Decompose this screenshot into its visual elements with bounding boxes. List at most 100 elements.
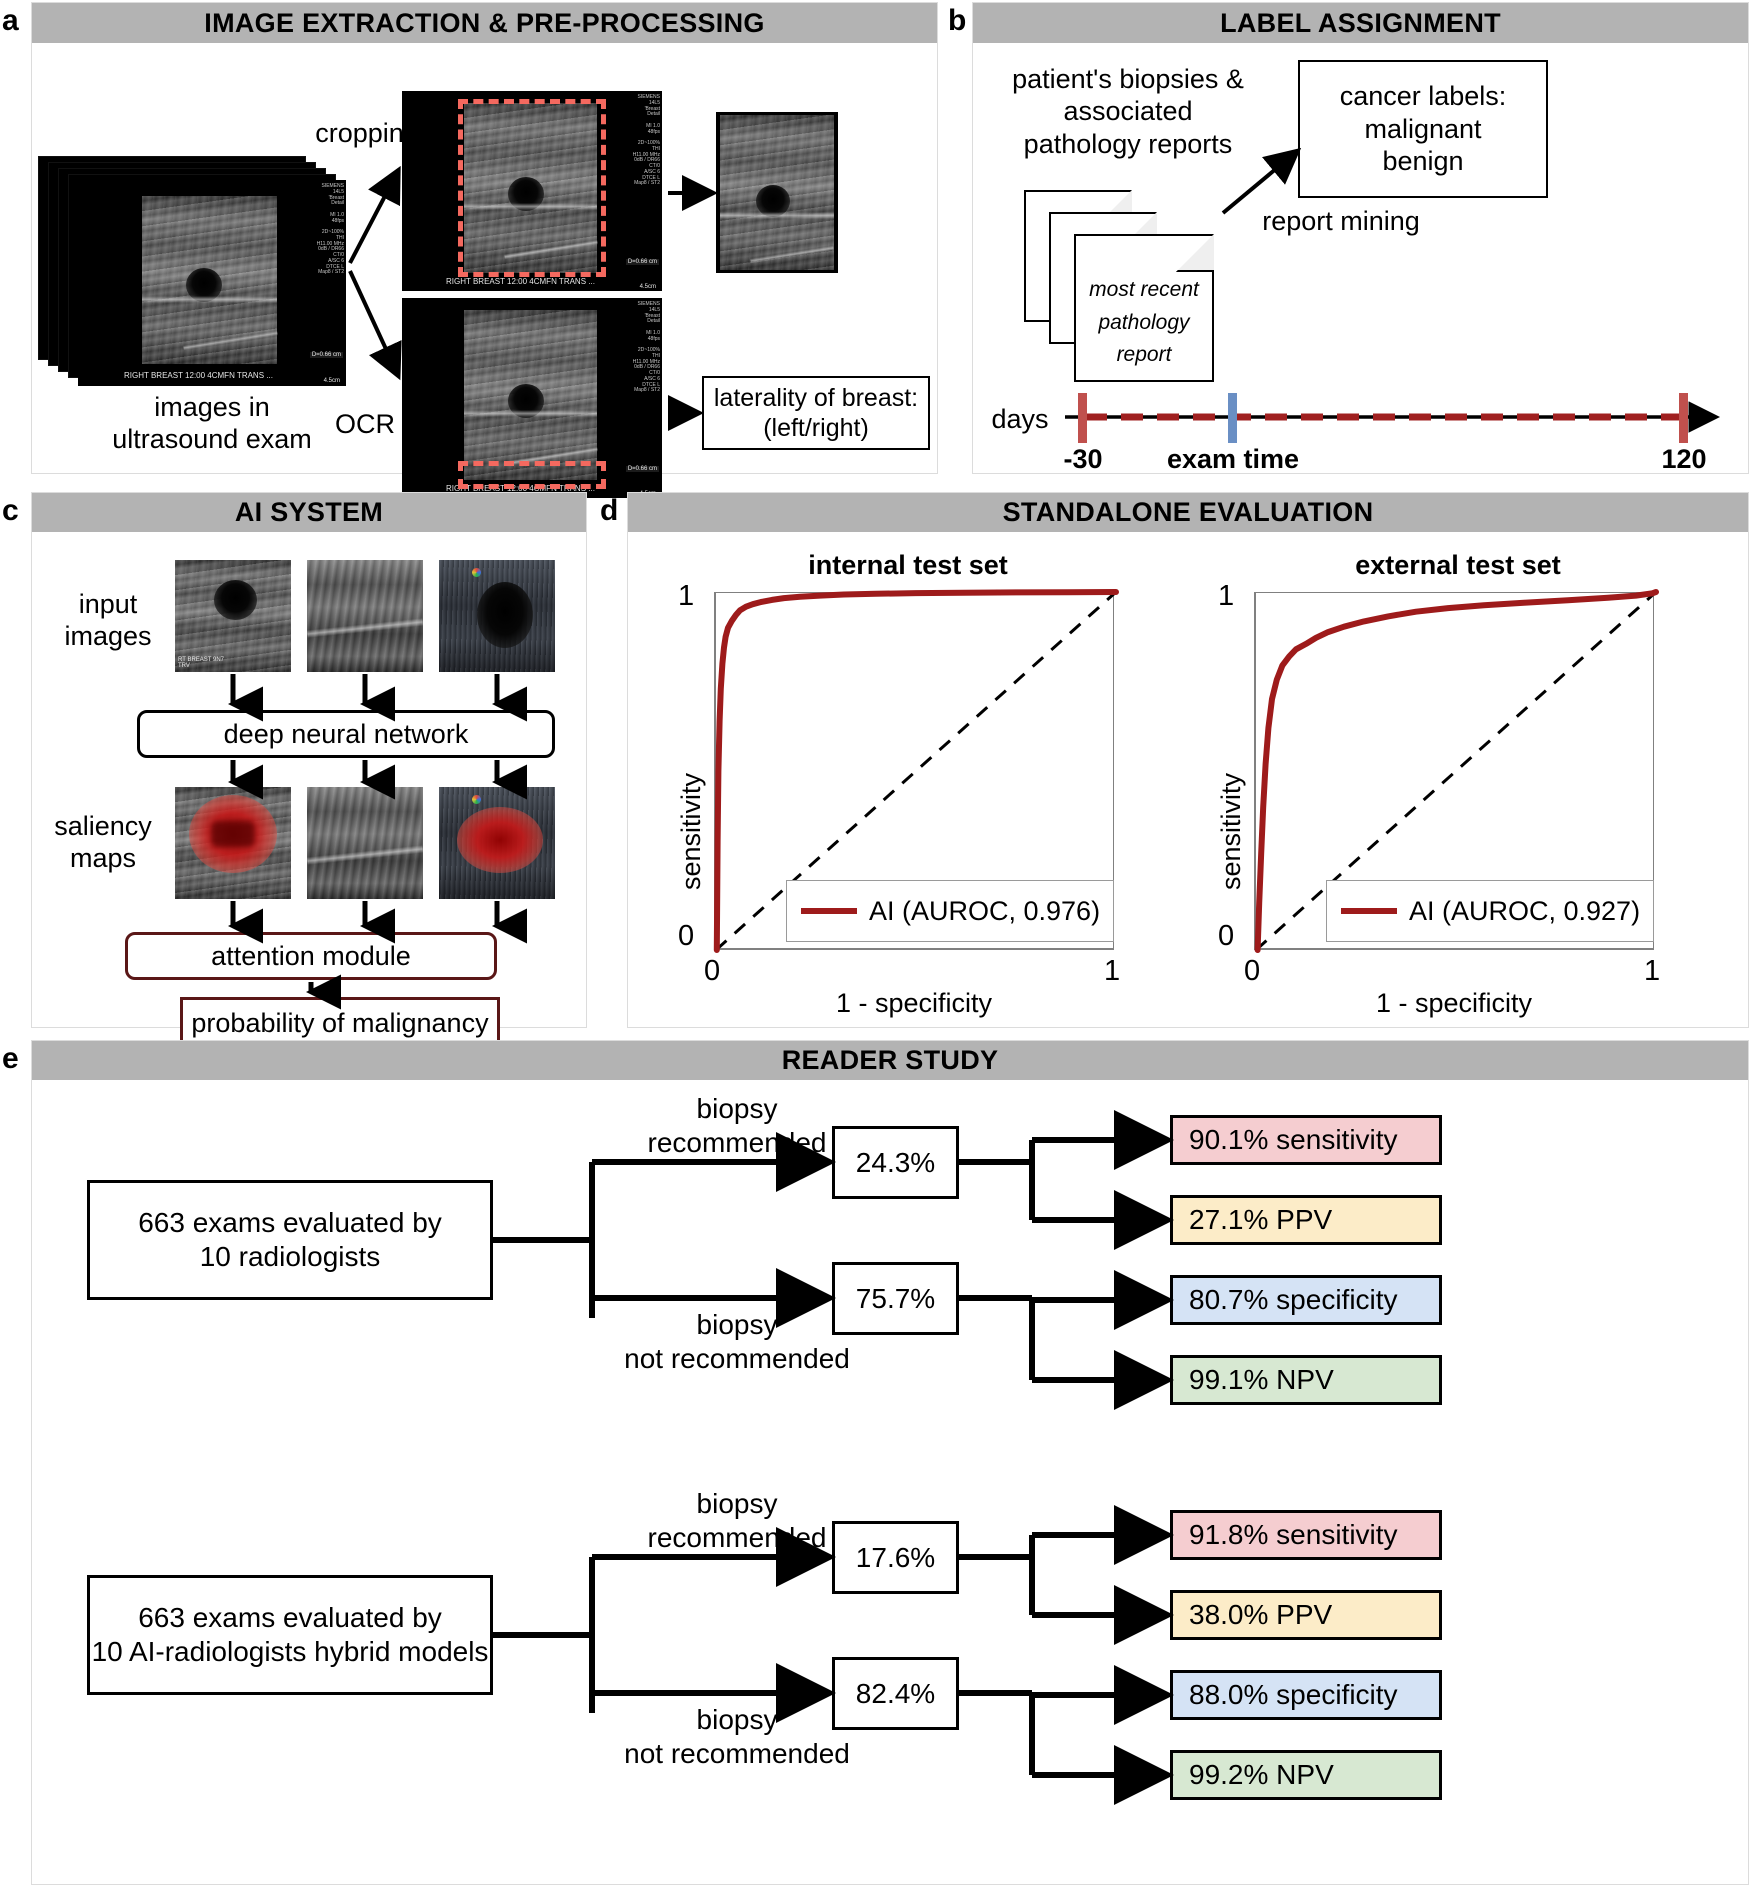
- tissue-band: [720, 212, 834, 219]
- ultrasound-stack: SIEMENS 14L5 'Breast Detail MI 1.0 48fps…: [38, 156, 348, 391]
- ultrasound-frame-front: SIEMENS 14L5 'Breast Detail MI 1.0 48fps…: [78, 180, 346, 386]
- panel-d-body: internal test set 1 0 sensitivity 0 1 1 …: [628, 532, 1748, 1027]
- scanner-settings-text: SIEMENS 14L5 'Breast Detail MI 1.0 48fps…: [316, 183, 344, 276]
- cancer-labels-box: cancer labels: malignant benign: [1298, 60, 1548, 198]
- panel-a: IMAGE EXTRACTION & PRE-PROCESSING SIEMEN…: [31, 2, 938, 498]
- panel-a-body: SIEMENS 14L5 'Breast Detail MI 1.0 48fps…: [32, 43, 937, 498]
- roc-internal-legend: AI (AUROC, 0.976): [786, 880, 1114, 942]
- roc-external-xtick-left: 0: [1244, 955, 1261, 987]
- panel-b-header: LABEL ASSIGNMENT: [973, 3, 1748, 43]
- pathology-report-doc-front: most recent pathology report: [1074, 234, 1214, 382]
- timeline-start-label: -30: [1063, 444, 1103, 474]
- roc-internal-xtick-left: 0: [704, 955, 721, 987]
- panel-d-header: STANDALONE EVALUATION: [628, 493, 1748, 532]
- result-box-specificity-row-1: 80.7% specificity: [1170, 1275, 1442, 1325]
- ocr-region-highlight: [458, 461, 606, 489]
- depth-readout: D=0.66 cm: [625, 259, 659, 265]
- cancer-labels-line-1: cancer labels:: [1339, 81, 1507, 112]
- roc-external-ytick-bottom: 0: [1218, 920, 1235, 952]
- roc-internal-xlabel: 1 - specificity: [835, 988, 993, 1018]
- laterality-line-2: (left/right): [763, 414, 869, 442]
- panel-e-body: 663 exams evaluated by 10 radiologists b…: [32, 1080, 1748, 1884]
- panel-a-title: IMAGE EXTRACTION & PRE-PROCESSING: [204, 7, 765, 38]
- lesion-hypoechoic: [214, 580, 257, 620]
- attention-module-box: attention module: [125, 932, 497, 980]
- page-fold-icon: [1176, 234, 1214, 272]
- result-box-ppv-row-1: 27.1% PPV: [1170, 1195, 1442, 1245]
- tissue-band: [142, 296, 277, 303]
- panel-d: STANDALONE EVALUATION internal test set …: [627, 492, 1749, 1028]
- result-box-sensitivity-row-1: 90.1% sensitivity: [1170, 1115, 1442, 1165]
- biopsies-label: patient's biopsies & associated patholog…: [1012, 64, 1244, 159]
- depth-readout: D=0.66 cm: [309, 352, 343, 358]
- timeline-mid-label: exam time: [1166, 444, 1300, 474]
- laterality-output-box: laterality of breast: (left/right): [702, 376, 930, 450]
- legend-line-swatch: [1341, 908, 1397, 914]
- roc-internal-ylabel: sensitivity: [676, 772, 706, 890]
- legend-label-ai: AI (AUROC, 0.927): [1409, 895, 1641, 926]
- roc-chart-internal: internal test set 1 0 sensitivity 0 1 1 …: [648, 550, 1168, 1020]
- legend-line-swatch: [801, 908, 857, 914]
- deep-neural-network-box: deep neural network: [137, 710, 555, 758]
- scale-readout: 4.5cm: [323, 378, 340, 384]
- saliency-map-3: [439, 787, 555, 899]
- panel-c-header: AI SYSTEM: [32, 493, 586, 532]
- roc-internal-title: internal test set: [808, 550, 1008, 580]
- panel-letter-c: c: [2, 494, 19, 527]
- roc-external-xtick-right: 1: [1644, 955, 1661, 987]
- report-mining-label: report mining: [1262, 206, 1420, 236]
- scanner-settings-text: SIEMENS 14L5 'Breast Detail MI 1.0 48fps…: [632, 94, 660, 187]
- saliency-map-1: [175, 787, 291, 899]
- roc-internal-ytick-bottom: 0: [678, 920, 695, 952]
- laterality-line-1: laterality of breast:: [713, 384, 919, 412]
- plot-border-top: [716, 592, 1114, 593]
- saliency-heatmap: [457, 807, 543, 873]
- input-images-label: input images: [64, 589, 152, 652]
- lesion-hypoechoic: [477, 582, 533, 648]
- roc-external-xlabel: 1 - specificity: [1375, 988, 1533, 1018]
- ultrasound-crop-source: SIEMENS 14L5 'Breast Detail MI 1.0 48fps…: [402, 91, 662, 291]
- ultrasound-ocr-source: SIEMENS 14L5 'Breast Detail MI 1.0 48fps…: [402, 298, 662, 498]
- images-in-label: images in ultrasound exam: [112, 392, 312, 455]
- panel-a-header: IMAGE EXTRACTION & PRE-PROCESSING: [32, 3, 937, 43]
- roc-external-ytick-top: 1: [1218, 580, 1235, 612]
- roc-chart-external: external test set 1 0 sensitivity 0 1 1 …: [1188, 550, 1728, 1020]
- roc-internal-xtick-right: 1: [1104, 955, 1121, 987]
- panel-d-title: STANDALONE EVALUATION: [1002, 497, 1374, 527]
- roc-external-ylabel: sensitivity: [1216, 772, 1246, 890]
- reader-study-row-1: 663 exams evaluated by 10 radiologists b…: [32, 1080, 1750, 1480]
- pct-box-bottom-row-1: 75.7%: [832, 1262, 959, 1335]
- days-label: days: [991, 404, 1049, 434]
- panel-b: LABEL ASSIGNMENT patient's biopsies & as…: [972, 2, 1749, 474]
- result-box-sensitivity-row-2: 91.8% sensitivity: [1170, 1510, 1442, 1560]
- cancer-labels-line-3: benign: [1382, 146, 1464, 177]
- ultrasound-tissue: [307, 787, 423, 899]
- ocr-label: OCR: [335, 409, 395, 439]
- panel-e-header: READER STUDY: [32, 1041, 1748, 1080]
- color-doppler-marker: [472, 568, 481, 577]
- panel-e: READER STUDY 663 exams evaluated by 10 r…: [31, 1040, 1749, 1885]
- result-box-specificity-row-2: 88.0% specificity: [1170, 1670, 1442, 1720]
- depth-readout: D=0.66 cm: [625, 466, 659, 472]
- input-image-1: RT BREAST 9N7 TRV: [175, 560, 291, 672]
- result-box-npv-row-1: 99.1% NPV: [1170, 1355, 1442, 1405]
- plot-border-top: [1256, 592, 1654, 593]
- result-box-npv-row-2: 99.2% NPV: [1170, 1750, 1442, 1800]
- input-image-3: [439, 560, 555, 672]
- reader-study-row-2: 663 exams evaluated by 10 AI-radiologist…: [32, 1475, 1750, 1875]
- roc-external-title: external test set: [1355, 550, 1561, 580]
- saliency-map-2: [307, 787, 423, 899]
- source-box-row-1: 663 exams evaluated by 10 radiologists: [87, 1180, 493, 1300]
- panel-c: AI SYSTEM input images saliency maps RT …: [31, 492, 587, 1049]
- panel-b-body: patient's biopsies & associated patholog…: [973, 43, 1748, 474]
- panel-c-title: AI SYSTEM: [234, 497, 384, 527]
- scanner-settings-text: SIEMENS 14L5 'Breast Detail MI 1.0 48fps…: [632, 301, 660, 394]
- pct-box-bottom-row-2: 82.4%: [832, 1657, 959, 1730]
- ultrasound-cropped-result: [716, 112, 838, 273]
- saliency-maps-label: saliency maps: [54, 811, 152, 874]
- legend-label-ai: AI (AUROC, 0.976): [869, 895, 1101, 926]
- ultrasound-tissue: [307, 560, 423, 672]
- input-image-2: [307, 560, 423, 672]
- panel-b-title: LABEL ASSIGNMENT: [1220, 7, 1501, 38]
- source-box-row-2: 663 exams evaluated by 10 AI-radiologist…: [87, 1575, 493, 1695]
